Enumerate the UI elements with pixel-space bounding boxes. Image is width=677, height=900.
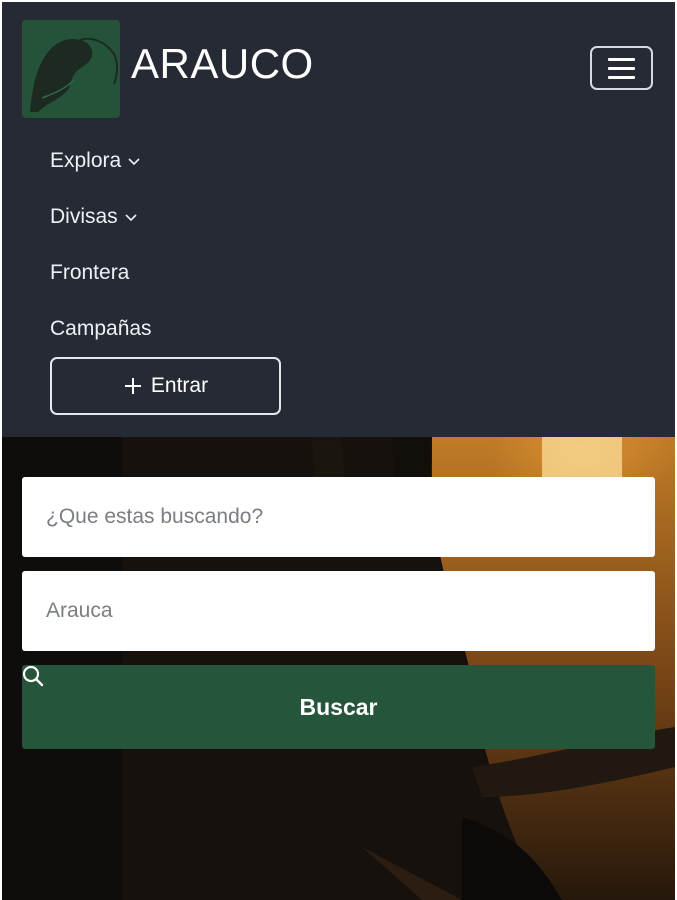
search-location-input[interactable]: [22, 571, 655, 651]
brand-name[interactable]: ARAUCO: [131, 40, 314, 88]
page: ARAUCO Explora Divisas Frontera Campañas: [2, 2, 675, 900]
hamburger-menu-icon: [608, 57, 635, 61]
search-icon: [22, 665, 44, 687]
nav-item-campanas[interactable]: Campañas: [50, 317, 152, 341]
plus-icon: [124, 378, 141, 394]
nav-item-label: Explora: [50, 149, 122, 172]
chevron-down-icon: [125, 214, 137, 222]
search-button[interactable]: Buscar: [22, 665, 655, 749]
navbar: ARAUCO Explora Divisas Frontera Campañas: [2, 2, 675, 437]
login-button[interactable]: Entrar: [50, 357, 281, 415]
search-button-label: Buscar: [299, 693, 378, 720]
brand-logo[interactable]: [22, 20, 120, 118]
nav-item-divisas[interactable]: Divisas: [50, 205, 138, 229]
nav-item-frontera[interactable]: Frontera: [50, 261, 129, 285]
search-query-input[interactable]: [22, 477, 655, 557]
login-button-label: Entrar: [150, 374, 209, 397]
nav-item-label: Campañas: [50, 317, 152, 340]
bird-silhouette-icon: [30, 37, 118, 113]
nav-item-explora[interactable]: Explora: [50, 149, 141, 173]
chevron-down-icon: [128, 158, 140, 166]
hero-background: Buscar: [2, 437, 675, 900]
nav-item-label: Frontera: [50, 261, 130, 284]
nav-item-label: Divisas: [50, 205, 118, 228]
hamburger-menu-button[interactable]: [590, 46, 653, 90]
